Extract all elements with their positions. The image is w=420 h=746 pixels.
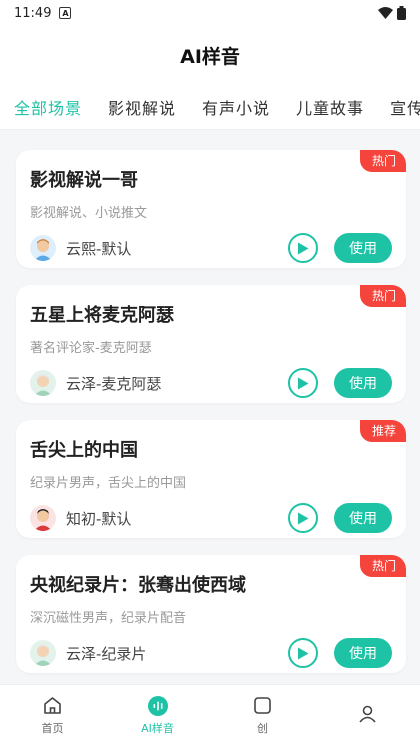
play-icon [298, 512, 309, 524]
voice-name: 云熙-默认 [66, 239, 132, 258]
play-icon [298, 242, 309, 254]
hot-badge: 热门 [359, 150, 406, 172]
create-icon [253, 696, 273, 716]
voice-name: 云泽-纪录片 [66, 644, 147, 663]
play-button[interactable] [288, 503, 318, 533]
hot-badge: 热门 [359, 555, 406, 577]
voice-name: 知初-默认 [66, 509, 132, 528]
tab-film-commentary[interactable]: 影视解说 [108, 95, 176, 119]
nav-profile[interactable] [315, 685, 420, 746]
recommend-badge: 推荐 [359, 420, 406, 442]
home-icon [43, 696, 63, 716]
status-time: 11:49 [14, 5, 52, 21]
nav-home[interactable]: 首页 [0, 685, 105, 746]
voice-card[interactable]: 热门 央视纪录片：张骞出使西域 深沉磁性男声，纪录片配音 云泽-纪录片 使用 [16, 555, 406, 673]
nav-label: 首页 [41, 721, 64, 735]
page-title: AI样音 [180, 45, 240, 68]
use-button[interactable]: 使用 [334, 503, 392, 533]
nav-create[interactable]: 创 [210, 685, 315, 746]
use-button[interactable]: 使用 [334, 638, 392, 668]
header: AI样音 [0, 26, 420, 84]
app-notification-icon: A [59, 7, 72, 19]
status-bar: 11:49 A [0, 0, 420, 26]
card-description: 著名评论家-麦克阿瑟 [30, 341, 152, 356]
play-button[interactable] [288, 638, 318, 668]
man-red-shirt-avatar [30, 505, 56, 531]
hot-badge: 热门 [359, 285, 406, 307]
voice-card[interactable]: 热门 五星上将麦克阿瑟 著名评论家-麦克阿瑟 云泽-麦克阿瑟 使用 [16, 285, 406, 403]
voice-wave-icon [147, 695, 168, 716]
play-icon [298, 377, 309, 389]
voice-card[interactable]: 推荐 舌尖上的中国 纪录片男声，舌尖上的中国 知初-默认 使用 [16, 420, 406, 538]
play-button[interactable] [288, 368, 318, 398]
battery-icon [397, 6, 406, 20]
voice-name: 云泽-麦克阿瑟 [66, 374, 162, 393]
wifi-icon [378, 7, 393, 19]
use-button[interactable]: 使用 [334, 233, 392, 263]
tab-audio-novel[interactable]: 有声小说 [202, 95, 270, 119]
play-button[interactable] [288, 233, 318, 263]
card-title: 影视解说一哥 [30, 170, 138, 191]
card-description: 影视解说、小说推文 [30, 206, 148, 221]
tab-kids-story[interactable]: 儿童故事 [296, 95, 364, 119]
profile-icon [358, 704, 378, 724]
voice-list: 热门 影视解说一哥 影视解说、小说推文 云熙-默认 使用 热门 五星上将麦克阿瑟… [0, 130, 420, 673]
older-man-avatar [30, 640, 56, 666]
card-title: 舌尖上的中国 [30, 440, 138, 461]
category-tabs: 全部场景 影视解说 有声小说 儿童故事 宣传 [0, 84, 420, 130]
tab-promo[interactable]: 宣传 [390, 95, 420, 119]
use-button[interactable]: 使用 [334, 368, 392, 398]
tab-all-scenes[interactable]: 全部场景 [14, 95, 82, 119]
card-title: 央视纪录片：张骞出使西域 [30, 575, 246, 596]
young-man-avatar [30, 235, 56, 261]
bottom-nav: 首页 AI样音 创 [0, 684, 420, 746]
voice-card[interactable]: 热门 影视解说一哥 影视解说、小说推文 云熙-默认 使用 [16, 150, 406, 268]
nav-ai-voice[interactable]: AI样音 [105, 685, 210, 746]
card-description: 纪录片男声，舌尖上的中国 [30, 476, 187, 491]
nav-label: 创 [257, 721, 268, 735]
play-icon [298, 647, 309, 659]
older-man-avatar [30, 370, 56, 396]
card-description: 深沉磁性男声，纪录片配音 [30, 611, 187, 626]
card-title: 五星上将麦克阿瑟 [30, 305, 174, 326]
nav-label: AI样音 [141, 721, 174, 735]
